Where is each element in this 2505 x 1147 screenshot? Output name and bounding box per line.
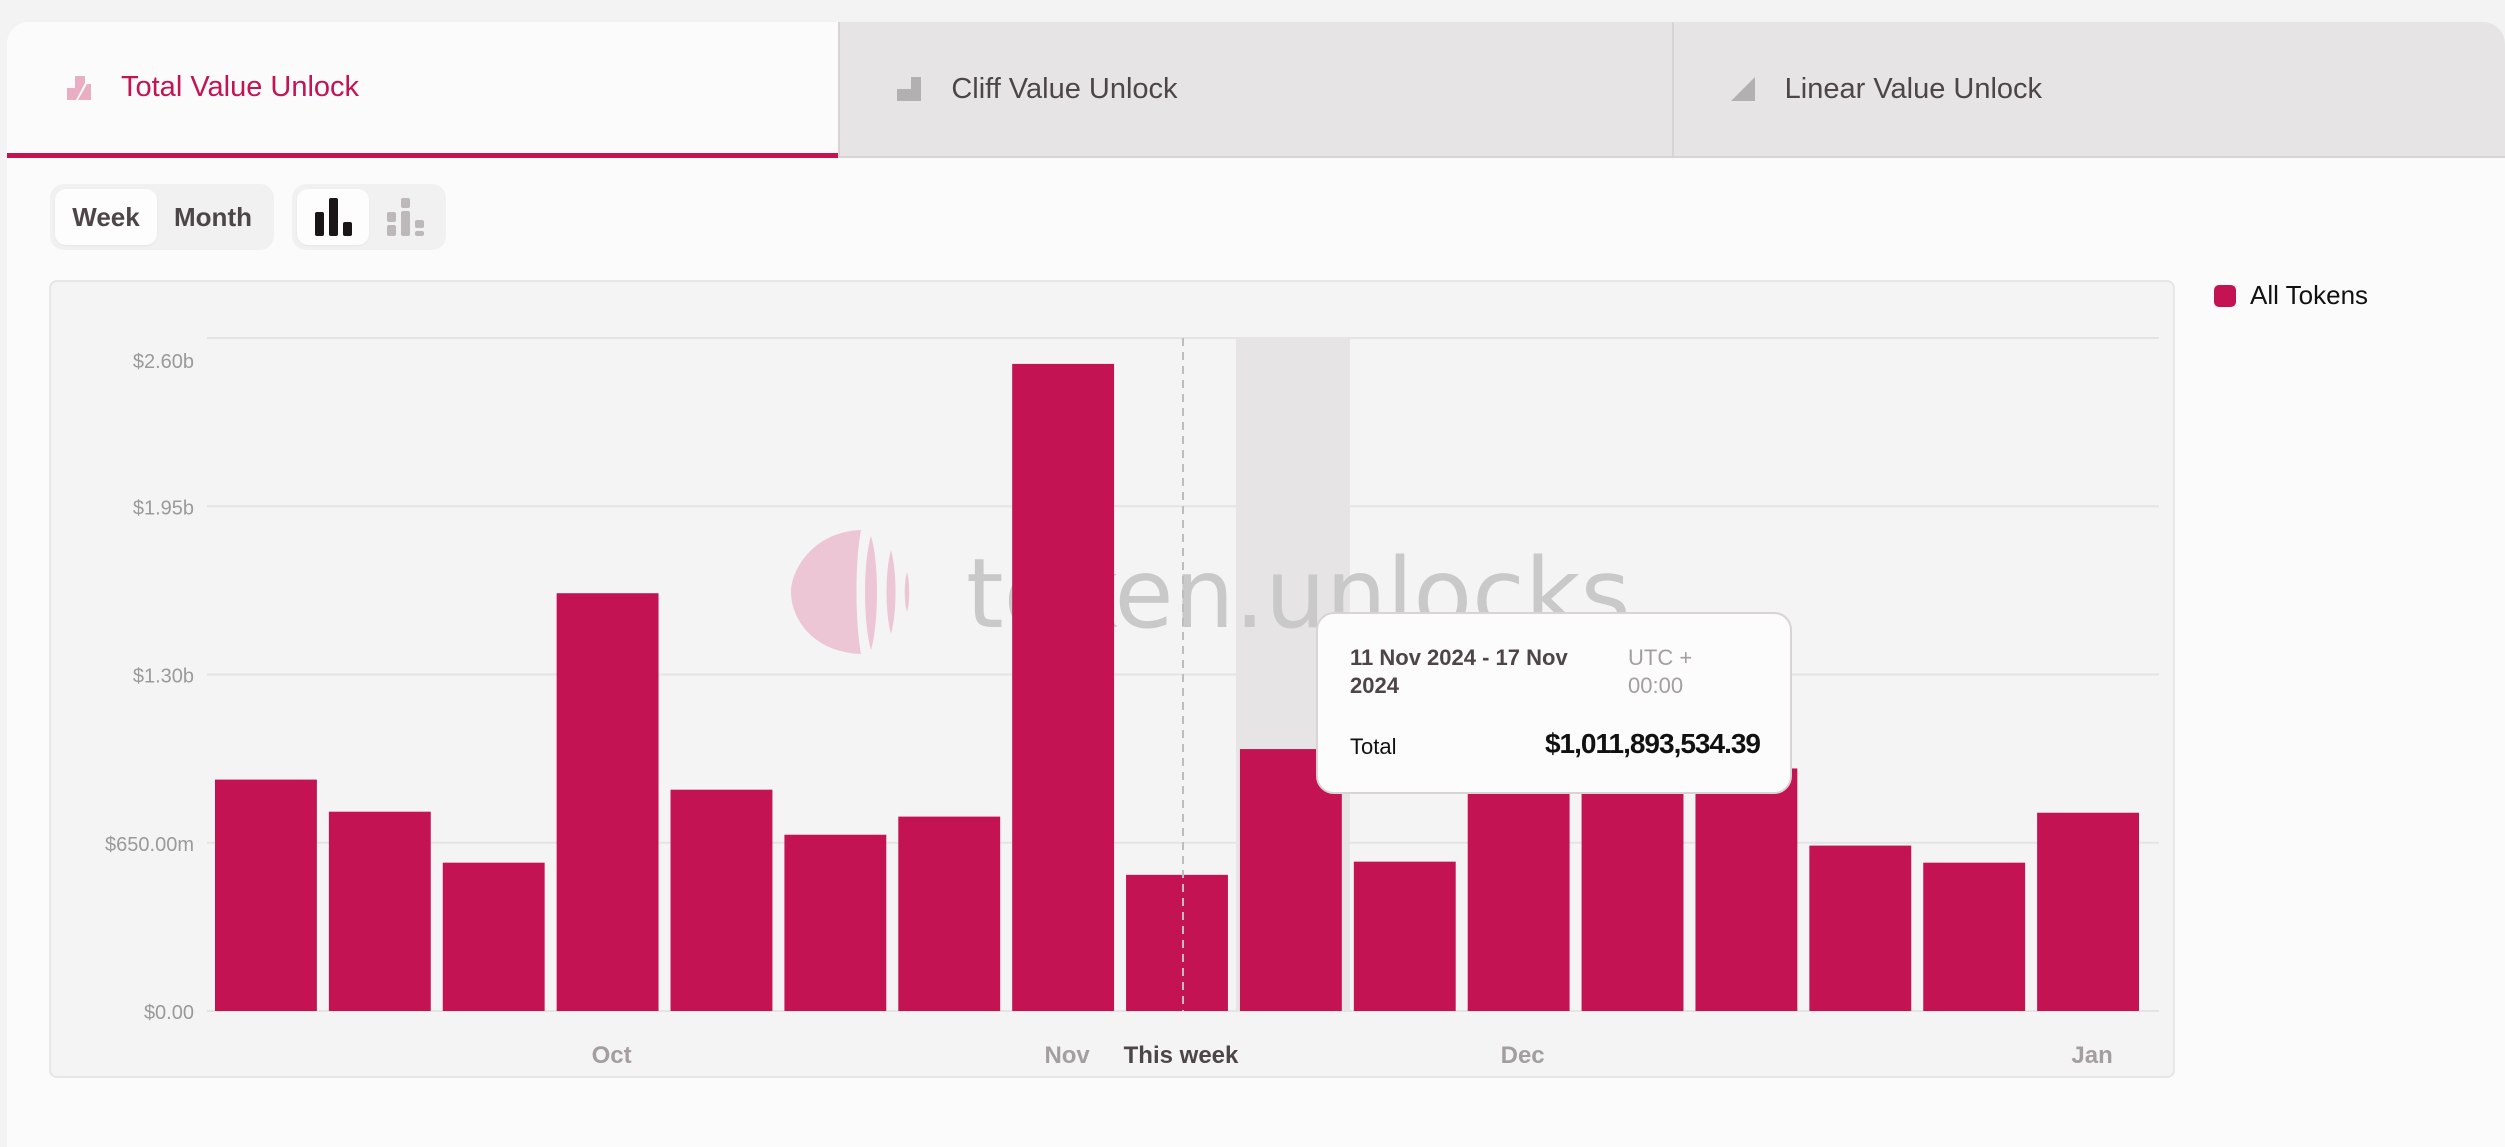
bar[interactable] — [1126, 874, 1228, 1011]
period-toggle: Week Month — [50, 184, 274, 250]
tab-cliff-value-unlock[interactable]: Cliff Value Unlock — [838, 22, 1672, 158]
tooltip-label: Total — [1350, 734, 1397, 759]
bar[interactable] — [2037, 812, 2139, 1011]
linear-unlock-icon — [1730, 77, 1755, 101]
chart-area: token.unlocks $0.00 $650.00m $1.30b $1.95b $… — [49, 280, 2175, 1078]
week-button[interactable]: Week — [55, 189, 157, 245]
bar[interactable] — [1809, 845, 1912, 1011]
legend-swatch — [2214, 284, 2236, 307]
bar[interactable] — [784, 834, 887, 1011]
tooltip-value: $1,011,893,534.39 — [1544, 728, 1761, 759]
chart-controls: Week Month — [50, 184, 446, 250]
bar[interactable] — [670, 789, 773, 1011]
bar[interactable] — [1923, 862, 2026, 1011]
x-tick-label: Dec — [1501, 1042, 1545, 1069]
y-tick-label: $650.00m — [105, 834, 194, 856]
legend-item-all-tokens[interactable]: All Tokens — [2214, 280, 2368, 311]
bar[interactable] — [1581, 767, 1684, 1011]
bar-chart: token.unlocks $0.00$650.00m$1.30b$1.95b$… — [105, 337, 2159, 1069]
y-tick-label: $2.60b — [133, 351, 194, 373]
y-tick-label: $0.00 — [144, 1002, 194, 1024]
bar[interactable] — [1353, 861, 1456, 1011]
chart-mode-toggle — [292, 184, 446, 250]
x-label-current: This week — [1124, 1042, 1239, 1069]
bar[interactable] — [898, 816, 1001, 1011]
bar[interactable] — [442, 862, 545, 1011]
stacked-bar-chart-button[interactable] — [369, 189, 441, 245]
chart-tooltip: 11 Nov 2024 - 17 Nov 2024 UTC + 00:00 To… — [1316, 612, 1792, 794]
bar[interactable] — [1467, 767, 1570, 1011]
bar[interactable] — [1695, 768, 1798, 1011]
bar[interactable] — [328, 811, 431, 1011]
stacked-bar-chart-icon — [387, 198, 424, 236]
tab-linear-value-unlock[interactable]: Linear Value Unlock — [1671, 22, 2505, 158]
cliff-unlock-icon — [897, 77, 922, 101]
x-tick-label: Nov — [1044, 1042, 1090, 1069]
tooltip-date-range: 11 Nov 2024 - 17 Nov 2024 — [1350, 645, 1568, 698]
unlock-tabs: Total Value Unlock Cliff Value Unlock Li… — [7, 22, 2505, 158]
tab-label: Total Value Unlock — [121, 71, 360, 103]
watermark-logo-icon — [791, 530, 910, 654]
tab-total-value-unlock[interactable]: Total Value Unlock — [7, 22, 839, 158]
tooltip-timezone: UTC + 00:00 — [1628, 645, 1693, 698]
bar[interactable] — [215, 779, 317, 1011]
legend-label: All Tokens — [2250, 280, 2369, 310]
bar-chart-button[interactable] — [297, 189, 369, 245]
total-unlock-icon — [67, 75, 91, 100]
bar-chart-icon — [315, 198, 352, 236]
tab-label: Cliff Value Unlock — [951, 72, 1178, 105]
y-tick-label: $1.95b — [133, 497, 194, 519]
x-tick-label: Oct — [592, 1042, 632, 1069]
legend: All Tokens — [2214, 280, 2368, 311]
tab-label: Linear Value Unlock — [1784, 72, 2043, 105]
bar[interactable] — [556, 593, 659, 1011]
y-tick-label: $1.30b — [133, 666, 194, 688]
x-tick-label: Jan — [2071, 1042, 2112, 1069]
month-button[interactable]: Month — [157, 189, 269, 245]
bar[interactable] — [1012, 363, 1115, 1011]
